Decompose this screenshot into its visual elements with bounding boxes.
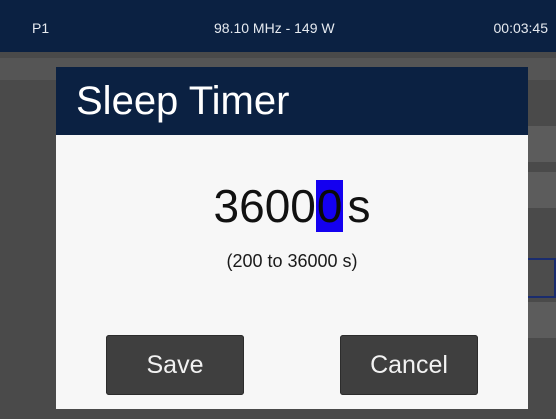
background-row (525, 302, 556, 338)
timer-value-digits: 3600 (213, 180, 316, 232)
timer-value-editor[interactable]: 36000 s (56, 180, 528, 232)
sleep-timer-dialog: Sleep Timer 36000 s (200 to 36000 s) Save… (56, 67, 528, 409)
clock: 00:03:45 (493, 20, 549, 36)
device-screen: P1 98.10 MHz - 149 W 00:03:45 Sleep Time… (0, 0, 556, 419)
status-bar: P1 98.10 MHz - 149 W 00:03:45 (0, 0, 556, 52)
save-button[interactable]: Save (106, 335, 244, 395)
timer-range-hint: (200 to 36000 s) (226, 251, 358, 271)
timer-unit: s (347, 180, 371, 232)
background-row (525, 126, 556, 162)
frequency-power-readout: 98.10 MHz - 149 W (214, 20, 335, 36)
cancel-button[interactable]: Cancel (340, 335, 478, 395)
background-row (525, 172, 556, 208)
timer-value-cursor-digit[interactable]: 0 (315, 180, 344, 232)
preset-label: P1 (32, 20, 50, 36)
dialog-title: Sleep Timer (56, 67, 528, 135)
